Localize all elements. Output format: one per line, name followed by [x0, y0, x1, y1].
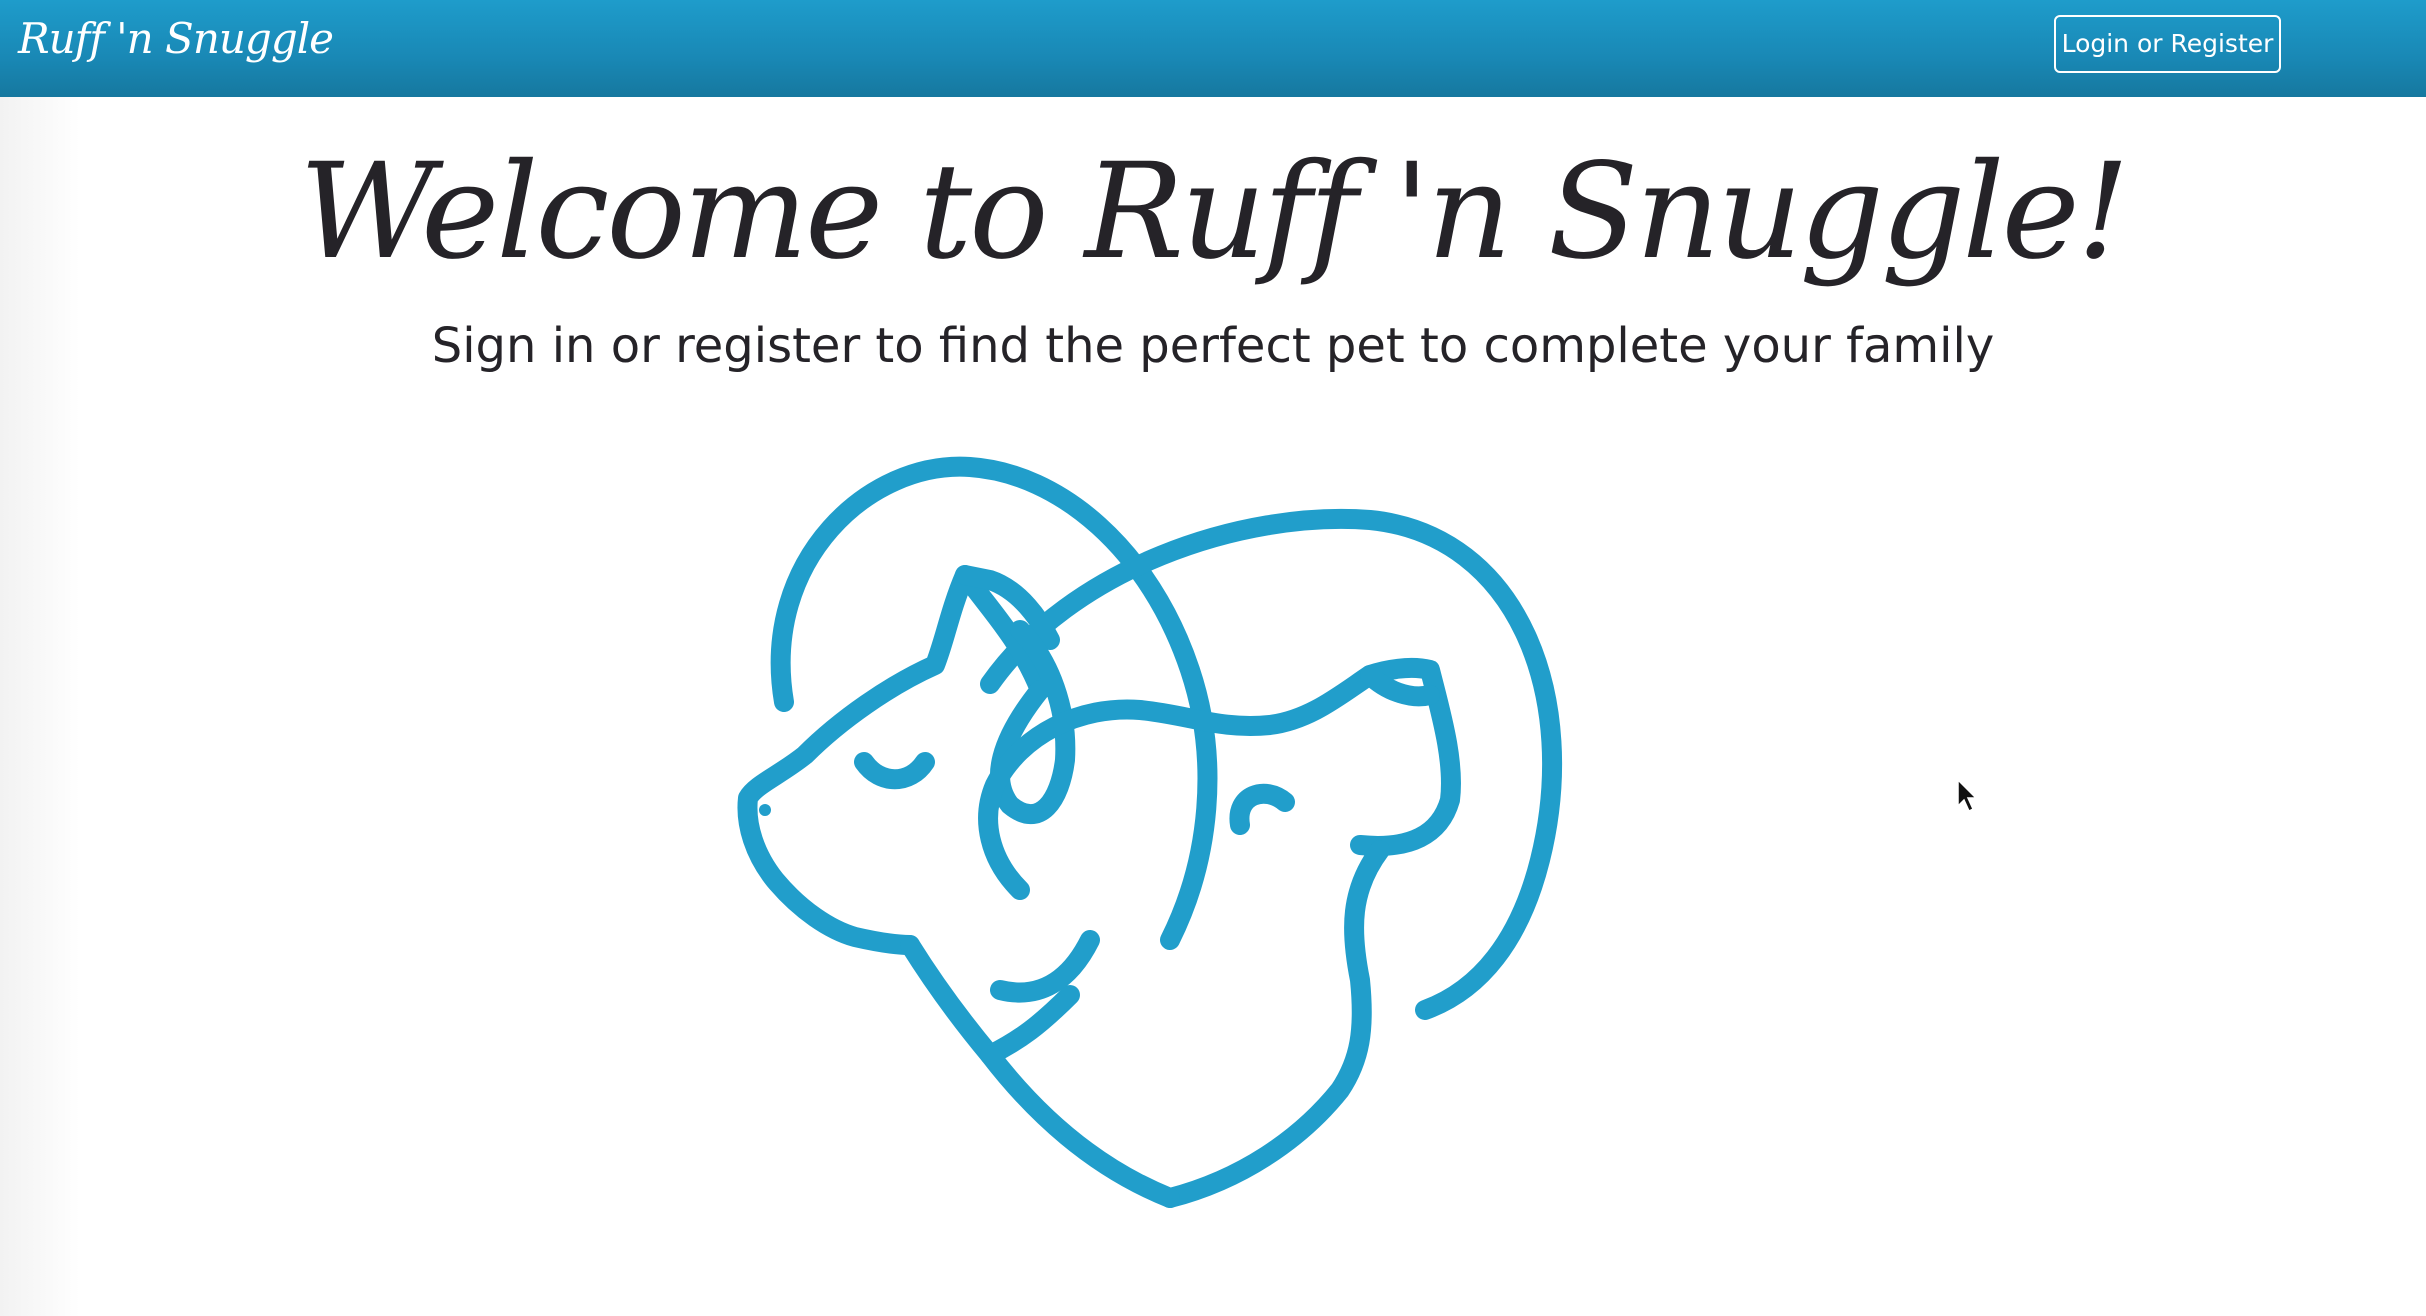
page-subtitle: Sign in or register to find the perfect …: [431, 318, 1995, 374]
login-register-button[interactable]: Login or Register: [2054, 15, 2281, 73]
cat-nose: [759, 804, 771, 816]
heart-bottom: [980, 1045, 1180, 1208]
dog-mouth: [990, 930, 1100, 1003]
cat-chin: [900, 935, 1080, 1065]
dog-body: [1160, 840, 1390, 1208]
dog-eye: [1229, 783, 1295, 835]
cat-eye: [854, 752, 935, 790]
cat-and-dog-heart-icon: [737, 456, 1563, 1208]
brand-logo-link[interactable]: Ruff 'n Snuggle: [18, 14, 334, 63]
page-title: Welcome to Ruff 'n Snuggle!: [299, 135, 2130, 289]
mouse-pointer-icon: [1957, 778, 1978, 813]
top-navbar: Ruff 'n Snuggle Login or Register: [0, 0, 2426, 97]
